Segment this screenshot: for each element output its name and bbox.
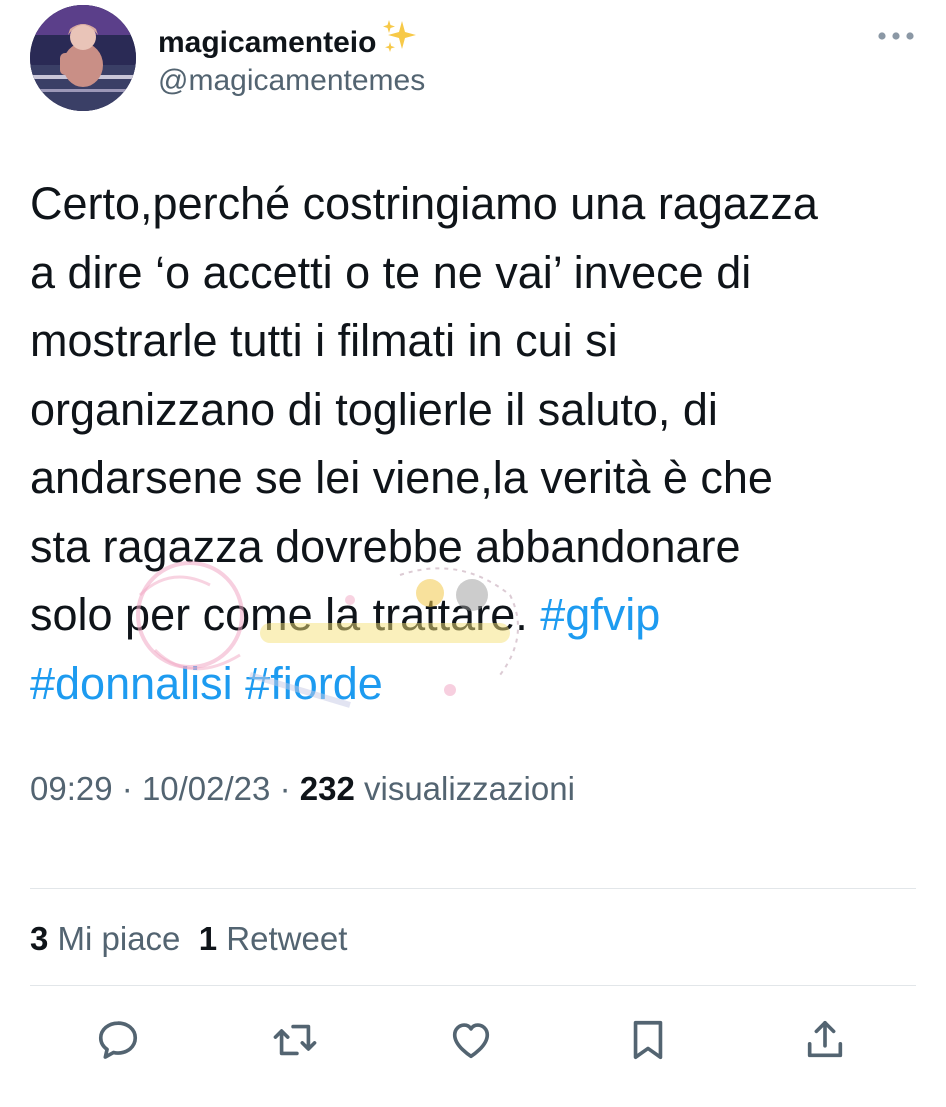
bookmark-button[interactable] [623,1015,673,1065]
retweet-button[interactable] [270,1015,320,1065]
hashtag-link[interactable]: #donnalisi [30,658,233,709]
tweet-line: a dire ‘o accetti o te ne vai’ invece di [30,246,752,298]
views-label: visualizzazioni [363,770,575,807]
avatar-image [30,5,136,111]
tweet-line: solo per come la trattare. #gfvip [30,581,930,650]
hashtag-link[interactable]: #fiorde [245,658,383,709]
action-bar [0,1015,946,1065]
bookmark-icon [633,1020,663,1060]
like-icon [452,1023,490,1059]
user-handle[interactable]: @magicamentemes [158,64,425,98]
tweet-text: Certo,perché costringiamo una ragazza a … [30,170,930,718]
tweet-line: #donnalisi #fiorde [30,650,930,719]
tweet-date[interactable]: 10/02/23 [142,770,270,807]
likes-count: 3 [30,920,49,957]
tweet-stats: 3 Mi piace 1 Retweet [30,920,347,958]
like-button[interactable] [446,1015,496,1065]
reply-icon [98,1021,138,1059]
likes-stat[interactable]: 3 Mi piace [30,920,180,957]
divider [30,888,916,889]
tweet-time[interactable]: 09:29 [30,770,113,807]
tweet-line: mostrarle tutti i filmati in cui si [30,315,618,366]
tweet-line: andarsene se lei viene,la verità è che [30,452,773,503]
meta-separator: · [279,770,291,807]
retweet-icon [273,1024,317,1056]
reply-button[interactable] [93,1015,143,1065]
hashtag-link[interactable]: #gfvip [540,589,660,640]
meta-separator: · [121,770,133,807]
tweet-line: sta ragazza dovrebbe abbandonare [30,520,741,572]
tweet-line-text: solo per come la trattare. [30,589,541,640]
retweets-label: Retweet [226,920,348,957]
avatar[interactable] [30,5,136,111]
likes-label: Mi piace [57,920,181,957]
tweet-meta: 09:29 · 10/02/23 · 232 visualizzazioni [30,770,575,808]
share-button[interactable] [800,1015,850,1065]
retweets-stat[interactable]: 1 Retweet [199,920,348,957]
display-name-text: magicamenteio [158,26,377,59]
views-count: 232 [299,770,355,807]
sparkles-emoji-icon [380,18,418,64]
tweet-line: Certo,perché costringiamo una ragazza [30,178,818,229]
display-name[interactable]: magicamenteio [158,18,418,64]
more-options-icon[interactable] [876,28,916,44]
divider [30,985,916,986]
retweets-count: 1 [198,920,218,957]
share-icon [807,1020,843,1058]
tweet-line: organizzano di toglierle il saluto, di [30,383,718,435]
